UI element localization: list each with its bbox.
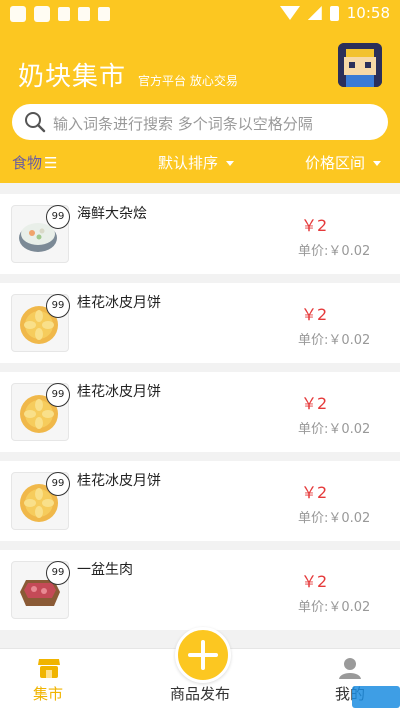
quantity-badge: 99 [46,383,70,407]
menu-icon: ☰ [44,154,58,172]
header: 10:58 奶块集市 官方平台 放心交易 输入词条进行搜索 多个词条以空格分隔 … [0,0,400,183]
price-range-label: 价格区间 [305,154,366,172]
search-icon [25,112,46,133]
tab-publish-label: 商品发布 [170,685,231,703]
book-icon [98,7,110,21]
quantity-badge: 99 [46,205,70,229]
sort-dropdown[interactable]: 默认排序 [158,152,235,173]
item-name: 桂花冰皮月饼 [77,295,161,311]
list-item[interactable]: 99 海鲜大杂烩 ￥2 单价:￥0.02 [0,194,400,274]
avatar[interactable] [338,43,382,87]
item-unit-price: 单价:￥0.02 [298,333,371,348]
item-unit-price: 单价:￥0.02 [298,244,371,259]
publish-button[interactable] [175,627,231,683]
item-name: 海鲜大杂烩 [77,206,147,222]
item-price: ￥2 [301,572,328,591]
plus-icon [188,640,218,670]
item-unit-price: 单价:￥0.02 [298,511,371,526]
item-unit-price: 单价:￥0.02 [298,600,371,615]
caret-down-icon [226,161,235,166]
market-icon [38,659,60,678]
image-notification-icon [34,6,50,22]
item-price: ￥2 [301,483,328,502]
notification-icons [10,6,110,22]
item-price: ￥2 [301,305,328,324]
app-title: 奶块集市 [18,62,127,92]
list-item[interactable]: 99 桂花冰皮月饼 ￥2 单价:￥0.02 [0,461,400,541]
item-price: ￥2 [301,394,328,413]
item-name: 一盆生肉 [77,562,133,578]
wifi-icon [279,6,300,20]
lock-icon [58,7,70,21]
category-filter[interactable]: 食物 ☰ [12,152,57,173]
quantity-badge: 99 [46,294,70,318]
caret-down-icon [373,161,382,166]
signal-icon [307,6,322,20]
tab-market-label: 集市 [33,685,64,703]
item-name: 桂花冰皮月饼 [77,473,161,489]
list-item[interactable]: 99 桂花冰皮月饼 ￥2 单价:￥0.02 [0,372,400,452]
search-input[interactable]: 输入词条进行搜索 多个词条以空格分隔 [53,113,313,134]
app-subtitle: 官方平台 放心交易 [138,74,238,88]
status-bar: 10:58 [0,0,400,28]
app-notification-icon [10,6,26,22]
list-item[interactable]: 99 桂花冰皮月饼 ￥2 单价:￥0.02 [0,283,400,363]
item-price: ￥2 [301,216,328,235]
system-status: 10:58 [279,4,390,22]
status-time: 10:58 [346,4,390,22]
item-unit-price: 单价:￥0.02 [298,422,371,437]
user-icon [339,658,361,679]
book-icon [78,7,90,21]
avatar-character-icon [338,43,382,87]
watermark [352,686,400,708]
search-bar[interactable]: 输入词条进行搜索 多个词条以空格分隔 [12,104,388,140]
price-range-dropdown[interactable]: 价格区间 [305,152,382,173]
quantity-badge: 99 [46,561,70,585]
list-item[interactable]: 99 一盆生肉 ￥2 单价:￥0.02 [0,550,400,630]
quantity-badge: 99 [46,472,70,496]
filter-bar: 食物 ☰ 默认排序 价格区间 [0,150,400,176]
item-name: 桂花冰皮月饼 [77,384,161,400]
category-label: 食物 [12,154,43,172]
sort-label: 默认排序 [158,154,219,172]
battery-icon [329,5,339,21]
